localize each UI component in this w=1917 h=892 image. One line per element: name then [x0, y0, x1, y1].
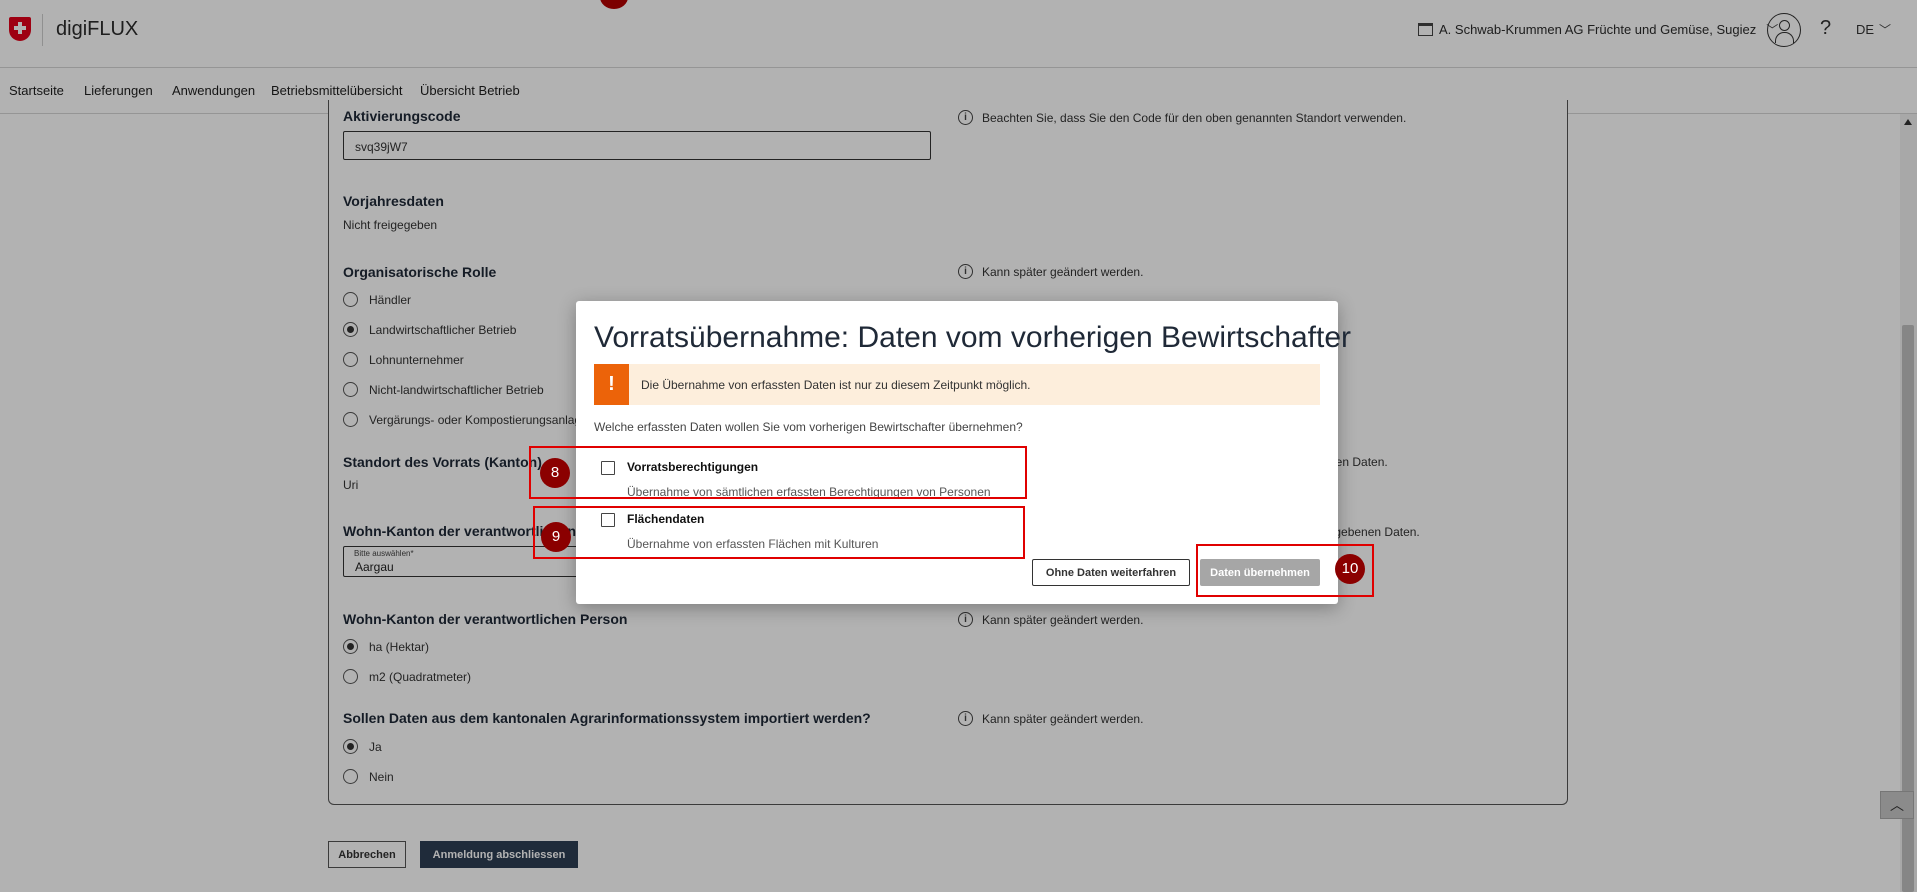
annotation-box-9 [533, 506, 1025, 559]
warning-alert: ! Die Übernahme von erfassten Daten ist … [594, 364, 1320, 405]
annotation-marker-8: 8 [540, 458, 570, 488]
warning-text: Die Übernahme von erfassten Daten ist nu… [641, 378, 1031, 392]
dialog-question: Welche erfassten Daten wollen Sie vom vo… [594, 420, 1023, 434]
warning-icon: ! [594, 364, 629, 405]
dialog-title: Vorratsübernahme: Daten vom vorherigen B… [594, 321, 1352, 354]
annotation-marker-9: 9 [541, 522, 571, 552]
annotation-marker-10: 10 [1335, 554, 1365, 584]
continue-without-data-button[interactable]: Ohne Daten weiterfahren [1032, 559, 1190, 586]
annotation-box-8 [529, 446, 1027, 499]
